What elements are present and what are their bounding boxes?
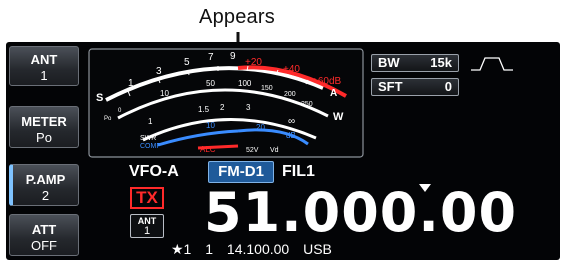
swr-scale-1: 1 [148, 117, 153, 126]
memo-frequency: 14.100.00 [226, 241, 290, 257]
bw-value: 15k [430, 55, 452, 70]
sft-label: SFT [378, 79, 403, 94]
memo-channel: 1 [205, 241, 214, 257]
filter-shape-icon [471, 57, 513, 71]
s-scale-plus20: +20 [245, 57, 262, 68]
swr-scale-inf: ∞ [288, 116, 295, 127]
s-scale-5: 5 [184, 57, 190, 68]
row-label-po: Po [104, 116, 112, 122]
callout-label: Appears [199, 6, 275, 28]
frequency-readout[interactable]: 51.000.00 [204, 184, 517, 242]
preamp-button[interactable]: P.AMP 2 [9, 164, 79, 206]
sft-indicator[interactable]: SFT 0 [371, 78, 459, 96]
ant-indicator: ANT 1 [130, 214, 164, 238]
ant-indicator-value: 1 [143, 225, 151, 237]
right-label-a: A [330, 88, 337, 99]
po-scale-50: 50 [206, 79, 215, 88]
att-button-value: OFF [31, 238, 57, 253]
sft-value: 0 [444, 79, 452, 94]
po-scale-100: 100 [238, 79, 252, 88]
swr-scale-3: 3 [246, 103, 251, 112]
po-scale-200: 200 [284, 91, 296, 98]
vd-scale-vd: Vd [270, 147, 279, 154]
vd-scale-52v: 52V [246, 147, 259, 154]
s-scale-1: 1 [128, 78, 134, 89]
comp-scale-20: 20 [256, 123, 265, 132]
comp-scale-db: dB [286, 131, 296, 140]
radio-display: ANT 1 METER Po P.AMP 2 ATT OFF 1 3 5 7 9… [6, 42, 560, 260]
att-button-title: ATT [31, 222, 57, 237]
vfo-label[interactable]: VFO-A [129, 163, 179, 181]
bw-label: BW [378, 55, 400, 70]
alc-label: ALC [200, 145, 216, 154]
tx-indicator: TX [130, 187, 164, 209]
att-button[interactable]: ATT OFF [9, 214, 79, 256]
preamp-button-value: 2 [41, 188, 50, 203]
s-scale-9: 9 [230, 51, 236, 62]
memo-star: ★1 [171, 241, 192, 257]
comp-scale-10: 10 [206, 121, 215, 130]
swr-scale-1-5: 1.5 [198, 105, 210, 114]
swr-scale-2: 2 [220, 103, 225, 112]
s-scale-plus40: +40 [283, 64, 300, 75]
row-label-swr: SWR [140, 135, 156, 142]
po-scale-10: 10 [160, 89, 169, 98]
row-label-s: S [96, 92, 103, 104]
right-label-w: W [333, 111, 344, 123]
bw-indicator[interactable]: BW 15k [371, 54, 459, 72]
meter-button[interactable]: METER Po [9, 106, 79, 148]
po-scale-250: 250 [301, 101, 313, 108]
memo-mode: USB [303, 241, 332, 257]
ant-button-value: 1 [40, 68, 48, 83]
ant-button-title: ANT [30, 52, 58, 67]
memo-pad-row: ★1 1 14.100.00 USB [171, 241, 342, 258]
ant-button[interactable]: ANT 1 [9, 46, 79, 86]
s-scale-3: 3 [156, 66, 162, 77]
preamp-button-title: P.AMP [25, 172, 66, 187]
po-scale-150: 150 [261, 85, 273, 92]
mode-badge[interactable]: FM-D1 [208, 161, 274, 183]
multi-meter: 1 3 5 7 9 +20 +40 +60dB S Po 0 10 50 100… [88, 48, 364, 158]
s-scale-7: 7 [208, 52, 214, 63]
meter-button-value: Po [36, 130, 52, 145]
filter-name[interactable]: FIL1 [282, 163, 315, 181]
s-scale-plus60: +60dB [312, 76, 342, 87]
row-label-comp: COMP [140, 143, 161, 150]
meter-button-title: METER [21, 114, 67, 129]
